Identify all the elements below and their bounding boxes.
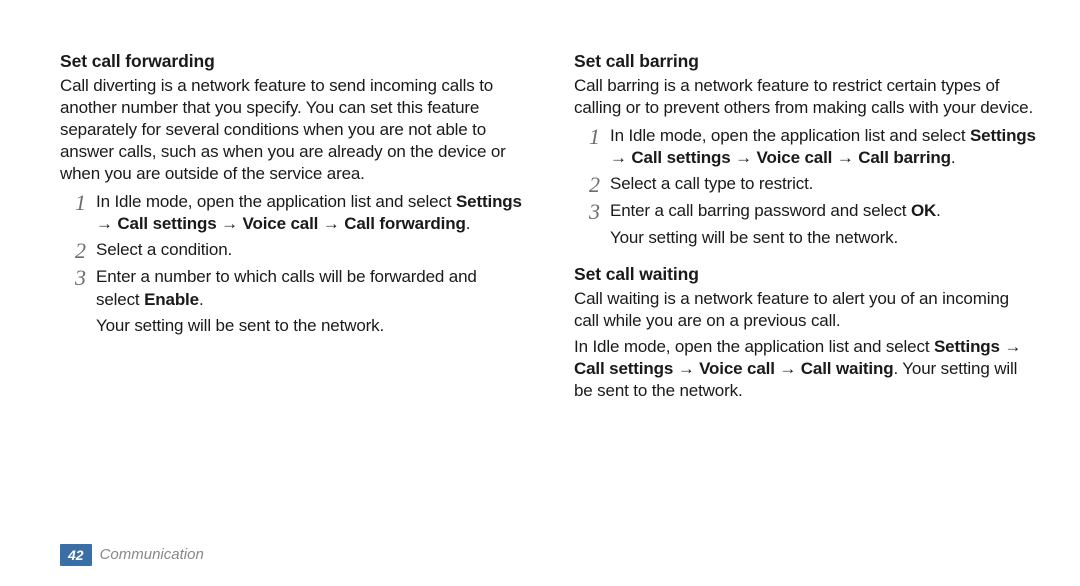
step-text: In Idle mode, open the application list … — [96, 191, 524, 235]
right-column: Set call barring Call barring is a netwo… — [574, 50, 1038, 520]
heading-call-barring: Set call barring — [574, 50, 1038, 73]
text: . — [951, 148, 956, 167]
step-number: 2 — [582, 173, 600, 196]
result-text: Your setting will be sent to the network… — [60, 315, 524, 337]
bold-ok: OK — [911, 201, 936, 220]
step-text: Select a condition. — [96, 239, 524, 261]
step-3: 3 Enter a call barring password and sele… — [574, 200, 1038, 223]
step-text: Select a call type to restrict. — [610, 173, 1038, 195]
section-label: Communication — [100, 545, 204, 565]
step-number: 3 — [582, 200, 600, 223]
bold-enable: Enable — [144, 290, 199, 309]
step-3: 3 Enter a number to which calls will be … — [60, 266, 524, 310]
step-number: 1 — [582, 125, 600, 148]
page-footer: 42 Communication — [60, 538, 1038, 566]
text: In Idle mode, open the application list … — [610, 126, 970, 145]
step-text: Enter a number to which calls will be fo… — [96, 266, 524, 310]
step-number: 2 — [68, 239, 86, 262]
step-number: 3 — [68, 266, 86, 289]
intro-call-waiting: Call waiting is a network feature to ale… — [574, 288, 1038, 332]
steps-call-barring: 1 In Idle mode, open the application lis… — [574, 125, 1038, 249]
two-column-layout: Set call forwarding Call diverting is a … — [60, 50, 1038, 520]
heading-call-forwarding: Set call forwarding — [60, 50, 524, 73]
text: Enter a call barring password and select — [610, 201, 911, 220]
intro-call-barring: Call barring is a network feature to res… — [574, 75, 1038, 119]
intro-call-forwarding: Call diverting is a network feature to s… — [60, 75, 524, 185]
heading-call-waiting: Set call waiting — [574, 263, 1038, 286]
step-2: 2 Select a condition. — [60, 239, 524, 262]
step-text: In Idle mode, open the application list … — [610, 125, 1038, 169]
step-1: 1 In Idle mode, open the application lis… — [574, 125, 1038, 169]
page-number: 42 — [60, 544, 92, 566]
text: In Idle mode, open the application list … — [96, 192, 456, 211]
text: In Idle mode, open the application list … — [574, 337, 934, 356]
step-text: Enter a call barring password and select… — [610, 200, 1038, 222]
result-text: Your setting will be sent to the network… — [574, 227, 1038, 249]
text: . — [466, 214, 471, 233]
text: . — [199, 290, 204, 309]
step-1: 1 In Idle mode, open the application lis… — [60, 191, 524, 235]
steps-call-forwarding: 1 In Idle mode, open the application lis… — [60, 191, 524, 336]
text: . — [936, 201, 941, 220]
instruction-call-waiting: In Idle mode, open the application list … — [574, 336, 1038, 402]
step-2: 2 Select a call type to restrict. — [574, 173, 1038, 196]
step-number: 1 — [68, 191, 86, 214]
left-column: Set call forwarding Call diverting is a … — [60, 50, 524, 520]
document-page: Set call forwarding Call diverting is a … — [0, 0, 1080, 586]
